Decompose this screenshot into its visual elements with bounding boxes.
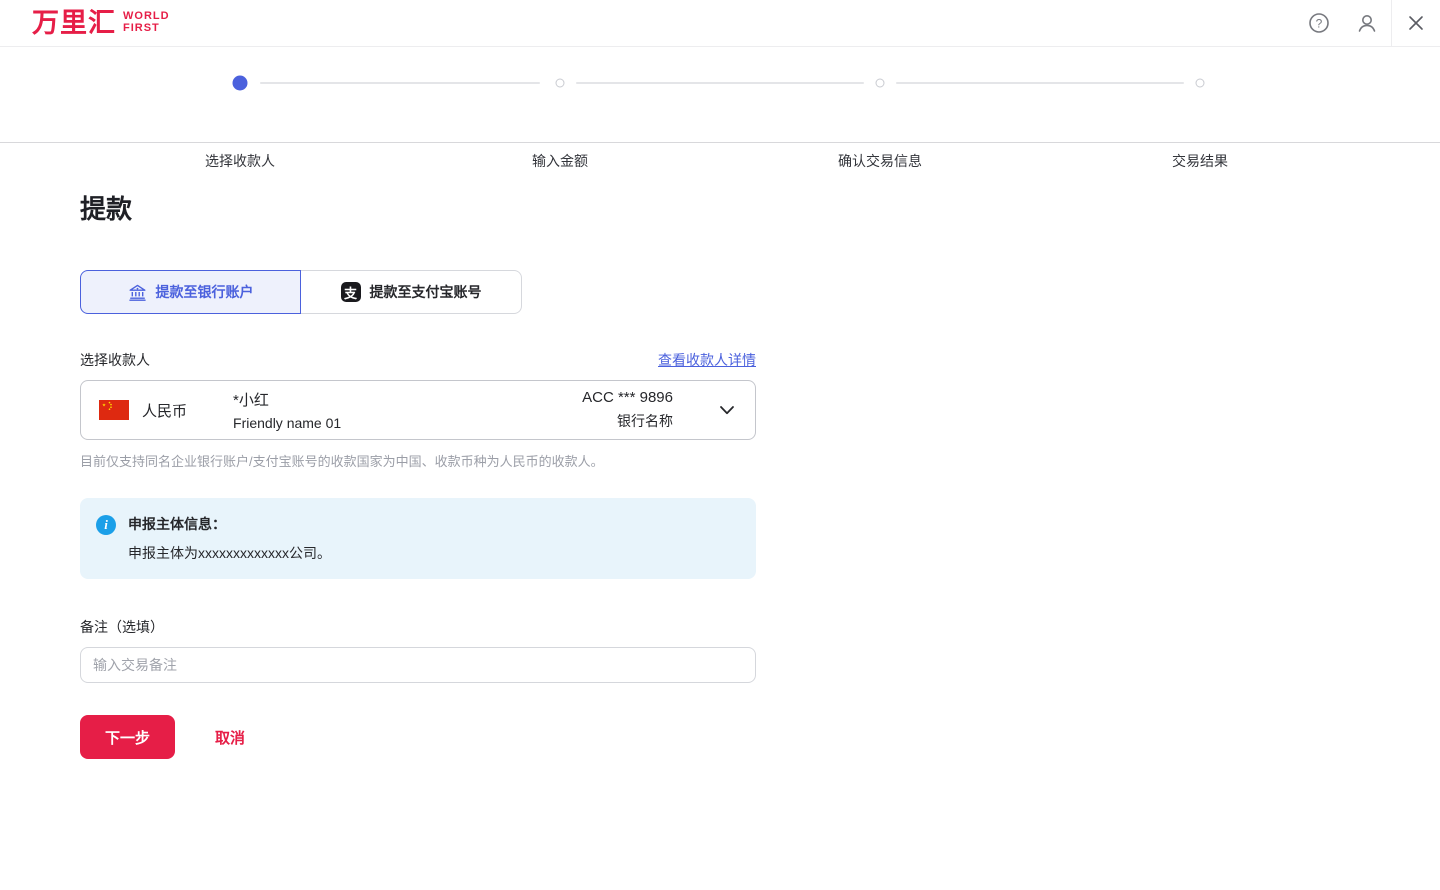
recipient-name: *小红 bbox=[233, 389, 341, 410]
view-recipient-details-link[interactable]: 查看收款人详情 bbox=[658, 350, 756, 370]
withdraw-method-tabs: 提款至银行账户 支 提款至支付宝账号 bbox=[80, 270, 1360, 314]
recipient-field-label: 选择收款人 bbox=[80, 350, 150, 370]
help-icon: ? bbox=[1308, 12, 1330, 34]
declaration-info-box: i 申报主体信息： 申报主体为xxxxxxxxxxxxx公司。 bbox=[80, 498, 756, 579]
close-button[interactable] bbox=[1392, 0, 1440, 46]
recipient-currency: 人民币 bbox=[142, 400, 187, 421]
app-header: 万里汇 WORLD FIRST ? bbox=[0, 0, 1440, 47]
cancel-button[interactable]: 取消 bbox=[215, 727, 245, 748]
info-box-body: 申报主体为xxxxxxxxxxxxx公司。 bbox=[128, 543, 331, 563]
main-content: 提款 提款至银行账户 支 提款至支付宝账号 选择收款人 查看收款人详情 bbox=[0, 143, 1440, 759]
step-dot-idle bbox=[876, 79, 885, 88]
step-enter-amount: 输入金额 bbox=[400, 47, 720, 142]
tab-label: 提款至支付宝账号 bbox=[370, 282, 482, 302]
bank-icon bbox=[128, 283, 147, 302]
logo-en-text: WORLD FIRST bbox=[123, 11, 170, 34]
progress-stepper: 选择收款人 输入金额 确认交易信息 交易结果 bbox=[0, 47, 1440, 143]
step-dot-idle bbox=[1196, 79, 1205, 88]
recipient-friendly-name: Friendly name 01 bbox=[233, 415, 341, 431]
user-icon bbox=[1356, 12, 1378, 34]
logo-cn-text: 万里汇 bbox=[32, 10, 116, 37]
step-dot-idle bbox=[556, 79, 565, 88]
worldfirst-logo: 万里汇 WORLD FIRST bbox=[0, 0, 170, 46]
china-flag-icon bbox=[99, 400, 129, 420]
note-input[interactable] bbox=[80, 647, 756, 683]
help-button[interactable]: ? bbox=[1295, 0, 1343, 46]
user-button[interactable] bbox=[1343, 0, 1391, 46]
step-dot-active bbox=[233, 76, 248, 91]
info-icon: i bbox=[96, 515, 116, 535]
recipient-select[interactable]: 人民币 *小红 Friendly name 01 ACC *** 9896 银行… bbox=[80, 380, 756, 440]
recipient-helper-text: 目前仅支持同名企业银行账户/支付宝账号的收款国家为中国、收款币种为人民币的收款人… bbox=[80, 451, 756, 470]
recipient-account-number: ACC *** 9896 bbox=[582, 389, 673, 406]
page-title: 提款 bbox=[80, 189, 1360, 226]
tab-withdraw-to-alipay[interactable]: 支 提款至支付宝账号 bbox=[301, 270, 522, 314]
step-label: 确认交易信息 bbox=[720, 151, 1040, 171]
note-field-label: 备注（选填） bbox=[80, 617, 756, 637]
tab-label: 提款至银行账户 bbox=[156, 282, 254, 302]
step-label: 选择收款人 bbox=[80, 151, 400, 171]
recipient-bank-name: 银行名称 bbox=[582, 411, 673, 431]
step-label: 交易结果 bbox=[1040, 151, 1360, 171]
tab-withdraw-to-bank[interactable]: 提款至银行账户 bbox=[80, 270, 301, 314]
next-step-button[interactable]: 下一步 bbox=[80, 715, 175, 759]
step-label: 输入金额 bbox=[400, 151, 720, 171]
chevron-down-icon bbox=[717, 400, 737, 420]
step-transaction-result: 交易结果 bbox=[1040, 47, 1360, 142]
alipay-icon: 支 bbox=[341, 282, 361, 302]
close-icon bbox=[1407, 14, 1425, 32]
step-confirm-transaction: 确认交易信息 bbox=[720, 47, 1040, 142]
step-select-recipient: 选择收款人 bbox=[80, 47, 400, 142]
svg-text:?: ? bbox=[1316, 16, 1323, 30]
info-box-title: 申报主体信息： bbox=[128, 514, 331, 534]
